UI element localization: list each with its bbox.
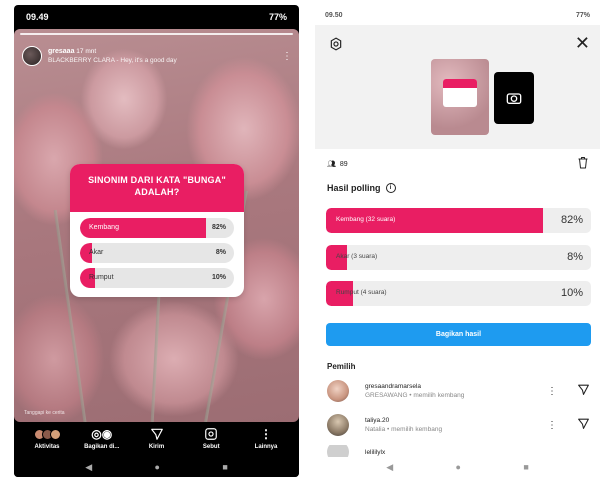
story-preview-section: ✕ <box>315 25 600 149</box>
poll-option[interactable]: Kembang 82% <box>80 218 234 238</box>
result-label: Akar (3 suara) <box>336 253 378 260</box>
story-content[interactable]: gresaaa 17 mnt BLACKBERRY CLARA - Hey, i… <box>14 29 299 422</box>
story-meta: gresaaa 17 mnt BLACKBERRY CLARA - Hey, i… <box>48 47 177 65</box>
story-bottom-bar: Aktivitas ◎◉ Bagikan di... Kirim Sebut ⋮ <box>14 422 299 458</box>
result-label: Kembang (32 suara) <box>336 216 396 223</box>
nav-back-icon[interactable]: ◀ <box>386 462 393 473</box>
gear-icon[interactable] <box>329 37 343 54</box>
system-nav-bar: ◀ ● ■ <box>315 457 600 477</box>
result-label: Rumput (4 suara) <box>336 289 387 296</box>
status-bar: 09.50 77% <box>315 5 600 25</box>
status-time: 09.49 <box>26 12 49 22</box>
poll-option-percent: 82% <box>211 224 226 231</box>
activity-button[interactable]: Aktivitas <box>24 426 70 450</box>
story-footnote: Tanggapi ke cerita <box>24 410 65 416</box>
info-icon[interactable]: i <box>385 183 396 193</box>
story-header: gresaaa 17 mnt BLACKBERRY CLARA - Hey, i… <box>22 43 292 69</box>
mention-label: Sebut <box>202 444 220 450</box>
poll-option[interactable]: Rumput 10% <box>80 268 234 288</box>
story-phone: 09.49 77% gresaaa 17 mnt BLACKBERRY CLAR… <box>14 5 299 477</box>
mention-button[interactable]: Sebut <box>188 426 234 450</box>
voter-name[interactable]: taliya.20 <box>365 416 442 425</box>
result-bar: Rumput (4 suara) 10% <box>326 281 591 306</box>
poll-option[interactable]: Akar 8% <box>80 243 234 263</box>
story-username[interactable]: gresaaa <box>48 48 74 55</box>
send-label: Kirim <box>148 444 165 450</box>
mini-poll-preview <box>443 79 477 107</box>
camera-icon[interactable] <box>494 72 534 124</box>
nav-back-icon[interactable]: ◀ <box>85 462 92 473</box>
nav-home-icon[interactable]: ● <box>456 462 461 472</box>
system-nav-bar: ◀ ● ■ <box>14 457 299 477</box>
result-percent: 8% <box>567 251 583 263</box>
poll-option-label: Akar <box>89 249 104 256</box>
poll-question: SINONIM DARI KATA "BUNGA" ADALAH? <box>70 164 244 212</box>
voter-detail: Natalia • memilih kembang <box>365 426 443 433</box>
viewers-count: 89 <box>339 160 348 168</box>
story-time: 17 mnt <box>76 48 97 55</box>
share-to-button[interactable]: ◎◉ Bagikan di... <box>79 426 125 450</box>
status-time: 09.50 <box>325 11 343 19</box>
nav-recent-icon[interactable]: ■ <box>222 462 227 472</box>
avatar[interactable] <box>22 46 42 66</box>
send-button[interactable]: Kirim <box>134 426 180 450</box>
voter-row[interactable]: gresaandramarsela GRESAWANG • memilih ke… <box>327 377 591 405</box>
voter-name[interactable]: gresaandramarsela <box>365 382 464 391</box>
result-bar: Akar (3 suara) 8% <box>326 245 591 270</box>
send-icon[interactable] <box>575 383 591 399</box>
trash-icon[interactable] <box>577 156 589 172</box>
result-percent: 82% <box>560 214 583 226</box>
more-icon: ⋮ <box>260 427 272 441</box>
close-icon[interactable]: ✕ <box>575 33 590 54</box>
send-icon <box>150 426 164 442</box>
flower-stem <box>150 289 161 422</box>
more-options-icon[interactable]: ⋮ <box>545 420 559 431</box>
viewers-icon: 👥︎ <box>327 161 336 168</box>
screenshot-stage: 09.49 77% gresaaa 17 mnt BLACKBERRY CLAR… <box>0 0 606 482</box>
results-phone: 09.50 77% ✕ 👥︎ 89 Hasil polling i Kemban… <box>315 5 600 477</box>
poll-sticker: SINONIM DARI KATA "BUNGA" ADALAH? Kemban… <box>70 164 244 297</box>
mention-icon <box>204 426 218 442</box>
avatar[interactable] <box>327 380 349 402</box>
nav-home-icon[interactable]: ● <box>155 462 160 472</box>
story-progress-bar <box>20 33 293 35</box>
voter-detail: GRESAWANG • memilih kembang <box>365 392 465 399</box>
avatar[interactable] <box>327 414 349 436</box>
more-options-icon[interactable]: ⋮ <box>282 51 292 62</box>
poll-option-label: Kembang <box>89 224 119 231</box>
nav-recent-icon[interactable]: ■ <box>523 462 528 472</box>
status-battery: 77% <box>268 12 287 22</box>
poll-results-title: Hasil polling i <box>327 183 396 193</box>
share-results-button[interactable]: Bagikan hasil <box>326 323 591 346</box>
result-percent: 10% <box>560 287 583 299</box>
status-battery: 77% <box>575 11 590 19</box>
voters-title: Pemilih <box>327 362 356 371</box>
activity-label: Aktivitas <box>34 444 60 450</box>
story-music[interactable]: BLACKBERRY CLARA - Hey, it's a good day <box>48 56 177 65</box>
send-icon[interactable] <box>575 417 591 433</box>
more-button[interactable]: ⋮ Lainnya <box>243 426 289 450</box>
more-label: Lainnya <box>254 444 278 450</box>
poll-option-percent: 10% <box>211 274 226 281</box>
poll-option-label: Rumput <box>89 274 114 281</box>
share-to-label: Bagikan di... <box>84 444 120 450</box>
poll-results-title-text: Hasil polling <box>327 183 381 193</box>
voter-row[interactable]: taliya.20 Natalia • memilih kembang ⋮ <box>327 411 591 439</box>
viewers-row[interactable]: 👥︎ 89 <box>327 157 589 171</box>
story-thumbnail[interactable] <box>431 59 489 135</box>
result-bar: Kembang (32 suara) 82% <box>326 208 591 233</box>
more-options-icon[interactable]: ⋮ <box>545 386 559 397</box>
poll-option-percent: 8% <box>215 249 226 256</box>
status-bar: 09.49 77% <box>14 5 299 29</box>
voter-name[interactable]: lelililylx <box>365 448 385 457</box>
avatars-icon <box>33 426 61 442</box>
share-apps-icon: ◎◉ <box>91 427 113 441</box>
